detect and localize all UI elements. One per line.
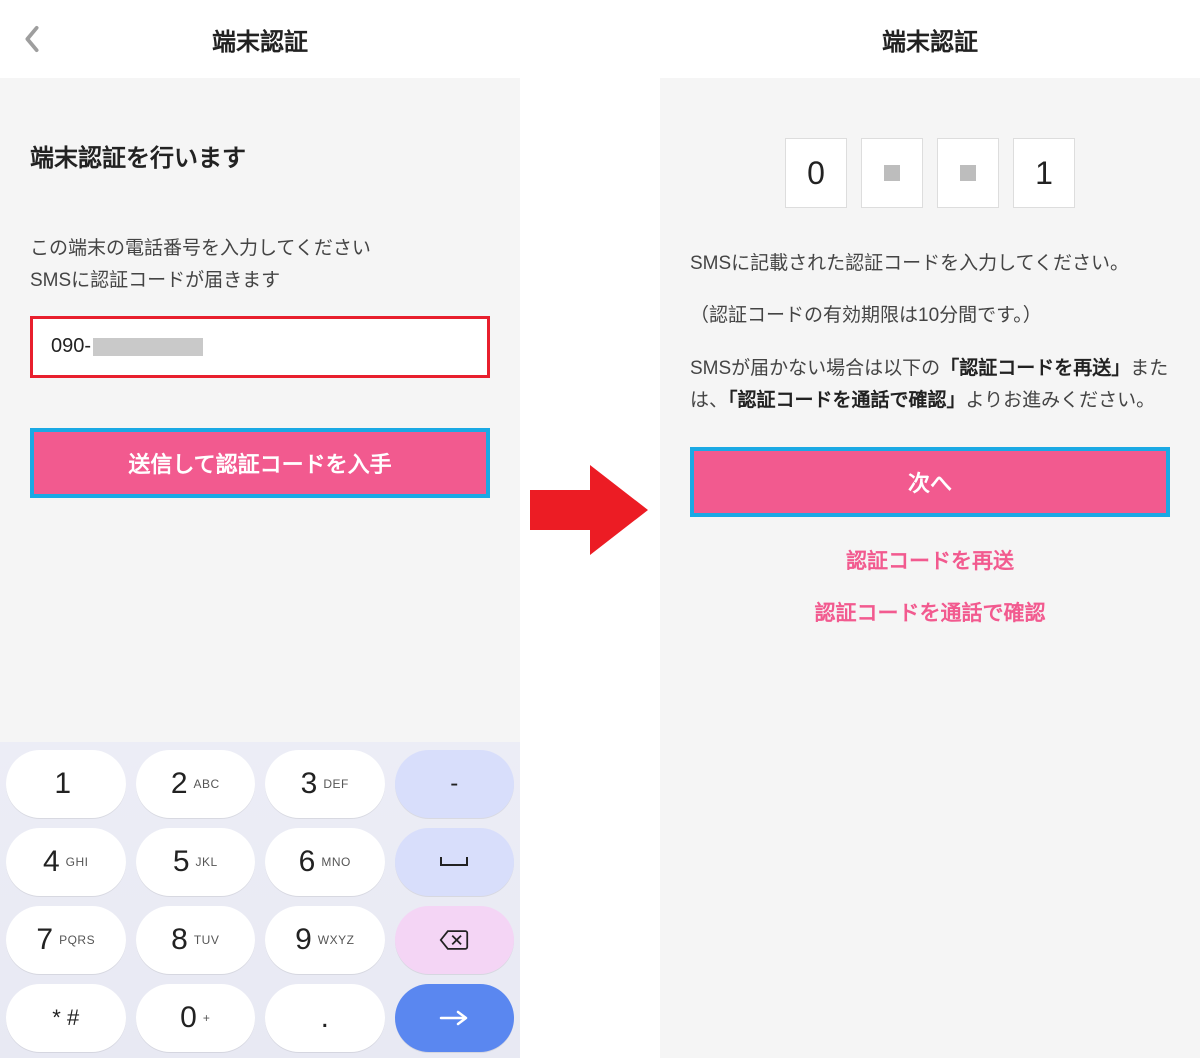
masked-dot-icon — [960, 165, 976, 181]
key-6[interactable]: 6MNO — [265, 828, 385, 896]
key-dash[interactable]: - — [395, 750, 515, 818]
phone-prefix: 090- — [51, 335, 91, 358]
key-8[interactable]: 8TUV — [136, 906, 256, 974]
chevron-left-icon — [23, 25, 41, 53]
screen-code-entry: 端末認証 0 1 SMSに記載された認証コードを入力してください。 （認証コード… — [660, 0, 1200, 1058]
space-icon — [439, 851, 469, 873]
code-digit-4[interactable]: 1 — [1013, 138, 1075, 208]
header: 端末認証 — [660, 0, 1200, 78]
key-enter[interactable] — [395, 984, 515, 1052]
key-backspace[interactable] — [395, 906, 515, 974]
instruction-line-1: この端末の電話番号を入力してください — [30, 233, 490, 265]
page-title: 端末認証 — [882, 22, 978, 57]
resend-code-link[interactable]: 認証コードを再送 — [690, 545, 1170, 575]
phone-masked-part — [93, 338, 203, 356]
key-7[interactable]: 7PQRS — [6, 906, 126, 974]
code-digit-1[interactable]: 0 — [785, 138, 847, 208]
key-4[interactable]: 4GHI — [6, 828, 126, 896]
help-text: SMSが届かない場合は以下の「認証コードを再送」または、「認証コードを通話で確認… — [690, 353, 1170, 418]
back-button[interactable] — [18, 25, 46, 53]
code-digit-3[interactable] — [937, 138, 999, 208]
header: 端末認証 — [0, 0, 520, 78]
instruction-line-2: （認証コードの有効期限は10分間です。） — [690, 300, 1170, 332]
key-9[interactable]: 9WXYZ — [265, 906, 385, 974]
key-0[interactable]: 0+ — [136, 984, 256, 1052]
key-star-hash[interactable]: * # — [6, 984, 126, 1052]
next-button[interactable]: 次へ — [690, 447, 1170, 517]
send-code-button[interactable]: 送信して認証コードを入手 — [30, 428, 490, 498]
body: 0 1 SMSに記載された認証コードを入力してください。 （認証コードの有効期限… — [660, 78, 1200, 1058]
key-3[interactable]: 3DEF — [265, 750, 385, 818]
backspace-icon — [439, 929, 469, 951]
instruction-line-1: SMSに記載された認証コードを入力してください。 — [690, 248, 1170, 280]
instruction-line-2: SMSに認証コードが届きます — [30, 265, 490, 297]
code-digit-2[interactable] — [861, 138, 923, 208]
key-period[interactable]: . — [265, 984, 385, 1052]
code-input-group: 0 1 — [690, 138, 1170, 208]
heading: 端末認証を行います — [30, 138, 490, 173]
key-5[interactable]: 5JKL — [136, 828, 256, 896]
key-2[interactable]: 2ABC — [136, 750, 256, 818]
numeric-keypad: 1 2ABC 3DEF - 4GHI 5JKL 6MNO 7PQRS 8TUV … — [0, 742, 520, 1058]
arrow-right-icon — [530, 460, 650, 560]
page-title: 端末認証 — [212, 22, 308, 57]
key-space[interactable] — [395, 828, 515, 896]
verify-by-call-link[interactable]: 認証コードを通話で確認 — [690, 597, 1170, 627]
key-1[interactable]: 1 — [6, 750, 126, 818]
arrow-right-icon — [439, 1007, 469, 1029]
phone-input[interactable]: 090- — [30, 316, 490, 378]
masked-dot-icon — [884, 165, 900, 181]
